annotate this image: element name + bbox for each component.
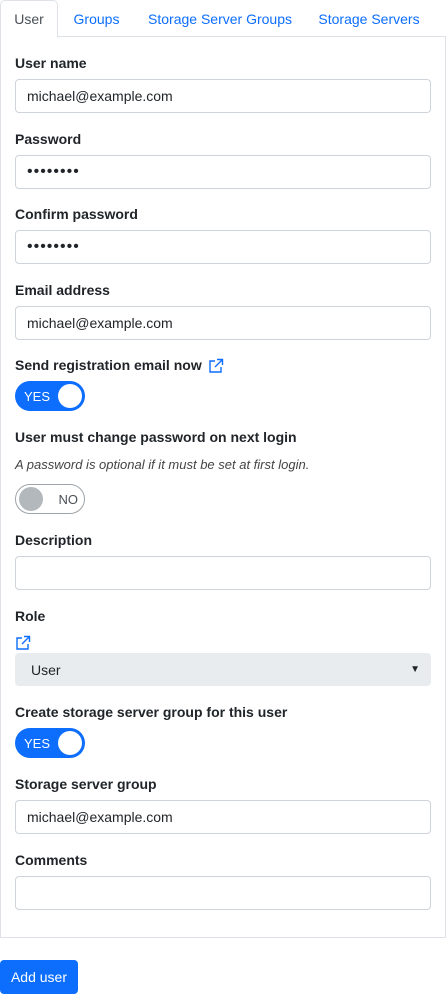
- description-label: Description: [15, 532, 93, 548]
- toggle-knob: [58, 731, 82, 755]
- comments-label: Comments: [15, 852, 88, 868]
- toggle-state-text: NO: [58, 491, 79, 507]
- tab-storage-server-groups[interactable]: Storage Server Groups: [137, 0, 303, 38]
- confirm-password-label: Confirm password: [15, 206, 138, 222]
- password-optional-hint: A password is optional if it must be set…: [15, 457, 310, 472]
- comments-input[interactable]: [15, 876, 431, 910]
- confirm-password-input[interactable]: [15, 230, 431, 264]
- caret-down-icon: ▼: [410, 664, 420, 675]
- username-input[interactable]: [15, 79, 431, 113]
- password-label: Password: [15, 131, 82, 147]
- description-input[interactable]: [15, 556, 431, 590]
- toggle-knob: [58, 384, 82, 408]
- toggle-state-text: YES: [24, 735, 51, 751]
- email-input[interactable]: [15, 306, 431, 340]
- must-change-password-toggle[interactable]: NO: [15, 484, 85, 514]
- create-group-toggle[interactable]: YES: [15, 728, 85, 758]
- storage-group-label: Storage server group: [15, 776, 157, 792]
- external-link-icon[interactable]: [15, 635, 31, 651]
- tab-user[interactable]: User: [0, 0, 58, 38]
- storage-group-input[interactable]: [15, 800, 431, 834]
- external-link-icon[interactable]: [208, 358, 224, 374]
- email-label: Email address: [15, 282, 110, 298]
- create-group-label: Create storage server group for this use…: [15, 704, 288, 720]
- toggle-state-text: YES: [24, 388, 51, 404]
- must-change-password-label: User must change password on next login: [15, 429, 297, 445]
- password-input[interactable]: [15, 155, 431, 189]
- toggle-knob: [19, 487, 43, 511]
- username-label: User name: [15, 55, 87, 71]
- send-registration-label: Send registration email now: [15, 357, 202, 373]
- role-label: Role: [15, 608, 46, 624]
- add-user-button[interactable]: Add user: [0, 960, 78, 994]
- role-selected-value: User: [31, 661, 61, 678]
- tab-groups[interactable]: Groups: [58, 0, 135, 38]
- role-select[interactable]: User ▼: [15, 653, 431, 686]
- tab-bar: User Groups Storage Server Groups Storag…: [0, 0, 446, 38]
- tab-storage-servers[interactable]: Storage Servers: [307, 0, 431, 38]
- send-registration-toggle[interactable]: YES: [15, 381, 85, 411]
